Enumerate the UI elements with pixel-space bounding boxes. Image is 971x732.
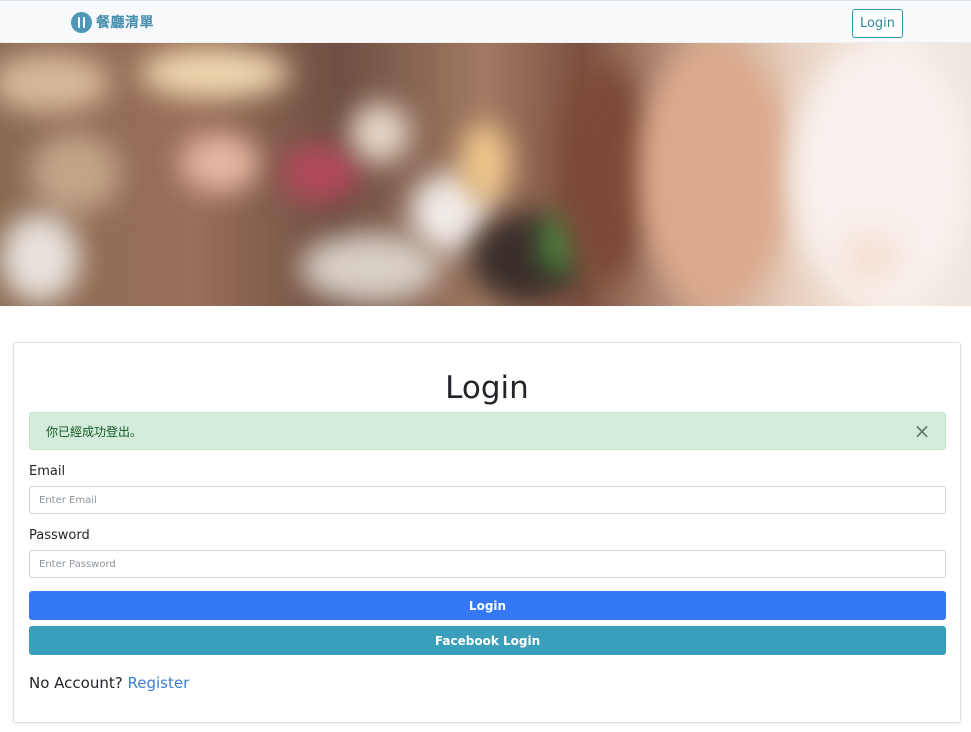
alert-message: 你已經成功登出。 (46, 424, 143, 439)
email-label: Email (29, 464, 66, 479)
register-link[interactable]: Register (127, 674, 189, 692)
email-field[interactable] (29, 486, 946, 514)
fork-knife-icon (71, 11, 92, 33)
login-card: Login 你已經成功登出。 × Email Password Login Fa… (13, 342, 961, 723)
navbar-login-button[interactable]: Login (852, 9, 903, 38)
login-button[interactable]: Login (29, 591, 946, 620)
password-label: Password (29, 528, 90, 543)
no-account-text: No Account? (29, 674, 123, 692)
navbar: 餐廳清單 Login (0, 0, 971, 43)
logout-success-alert: 你已經成功登出。 × (29, 412, 946, 450)
brand-link[interactable]: 餐廳清單 (71, 11, 154, 33)
register-prompt: No Account? Register (29, 674, 189, 692)
brand-title: 餐廳清單 (96, 15, 154, 31)
password-field[interactable] (29, 550, 946, 578)
hero-banner-image (0, 43, 971, 306)
close-icon[interactable]: × (913, 421, 931, 441)
page-title: Login (445, 370, 529, 406)
facebook-login-button[interactable]: Facebook Login (29, 626, 946, 655)
